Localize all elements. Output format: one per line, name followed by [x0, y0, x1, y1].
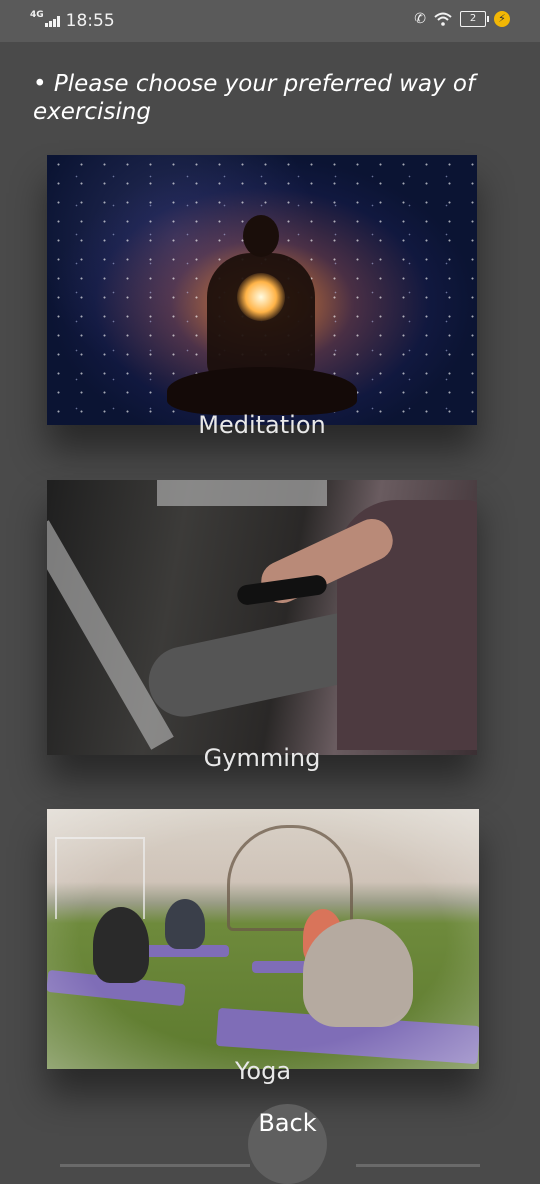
- status-time: 18:55: [65, 11, 115, 31]
- gymming-image[interactable]: [47, 480, 477, 755]
- battery-icon: 2: [460, 11, 489, 27]
- image-vignette: [47, 809, 479, 1069]
- gymming-option-card[interactable]: Gymming: [47, 480, 477, 772]
- status-left: 4G 18:55: [30, 10, 115, 31]
- meditator-legs: [167, 367, 357, 415]
- yoga-label[interactable]: Yoga: [47, 1057, 479, 1085]
- network-type: 4G: [30, 10, 44, 20]
- yoga-option-card[interactable]: Yoga: [47, 809, 479, 1085]
- status-bar: 4G 18:55 ✆ 2 ⚡: [0, 0, 540, 42]
- prompt-text: Please choose your preferred way of exer…: [33, 71, 476, 125]
- charging-bolt-icon: ⚡: [494, 11, 510, 27]
- meditation-option-card[interactable]: Meditation: [47, 155, 477, 439]
- battery-level: 2: [469, 13, 477, 24]
- nav-bar-segment: [60, 1164, 250, 1167]
- gym-window: [157, 480, 327, 506]
- signal-icon: [44, 15, 60, 27]
- energy-glow: [237, 273, 285, 321]
- yoga-image[interactable]: [47, 809, 479, 1069]
- wifi-icon: [434, 12, 452, 26]
- gymming-label[interactable]: Gymming: [47, 744, 477, 772]
- rowing-rail: [47, 520, 174, 750]
- status-right: ✆ 2 ⚡: [414, 11, 510, 27]
- meditation-image[interactable]: [47, 155, 477, 425]
- prompt-bullet: •: [33, 71, 47, 97]
- nav-bar-segment: [356, 1164, 480, 1167]
- call-forward-icon: ✆: [414, 11, 426, 27]
- exercise-prompt: • Please choose your preferred way of ex…: [33, 70, 493, 126]
- back-button[interactable]: Back: [248, 1104, 327, 1184]
- meditation-label[interactable]: Meditation: [47, 411, 477, 439]
- meditator-head: [243, 215, 279, 257]
